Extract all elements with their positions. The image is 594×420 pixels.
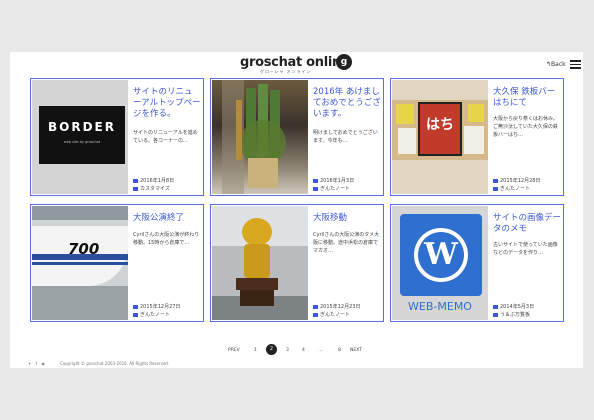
post-date: 2015年12月23日: [313, 303, 360, 311]
post-category[interactable]: ぎんたノート: [313, 311, 350, 319]
post-card[interactable]: 700 大阪公演終了 Cyrilさんの大阪公演が終わり移動。15時から倉庫で… …: [30, 204, 204, 322]
calendar-icon: [133, 178, 138, 183]
twitter-icon[interactable]: ✦: [28, 361, 31, 366]
calendar-icon: [493, 178, 498, 183]
post-excerpt: Cyrilさんの大阪公演が終わり移動。15時から倉庫で…: [133, 232, 200, 246]
thumb-text: 700: [68, 240, 100, 258]
page-link-4[interactable]: 4: [302, 348, 305, 353]
post-card[interactable]: 大阪移動 Cyrilさんの大阪公演のタメ大阪に移動。途中浜松の倉庫でマカオ… 2…: [210, 204, 384, 322]
wordpress-logo-icon: W: [400, 214, 482, 296]
folder-icon: [313, 186, 318, 191]
post-title[interactable]: サイトのリニューアルトップページを作る。: [133, 87, 201, 120]
page-link-8[interactable]: 8: [338, 348, 341, 353]
post-thumbnail[interactable]: はち: [392, 80, 488, 194]
post-date: 2015年12月27日: [133, 303, 180, 311]
copyright-text: Copyright © groschat 2003-2016. All Righ…: [60, 361, 170, 366]
post-thumbnail[interactable]: BORDER web site by groschat: [32, 80, 128, 194]
folder-icon: [493, 186, 498, 191]
post-date: 2015年12月28日: [493, 177, 540, 185]
post-title[interactable]: 大阪移動: [313, 213, 381, 224]
calendar-icon: [313, 304, 318, 309]
post-category[interactable]: ぎんたノート: [493, 185, 530, 193]
post-thumbnail[interactable]: [212, 206, 308, 320]
post-thumbnail[interactable]: [212, 80, 308, 194]
post-excerpt: 古いサイトで使っていた画像などのデータを作り…: [493, 242, 558, 256]
calendar-icon: [313, 178, 318, 183]
facebook-icon[interactable]: f: [36, 361, 37, 366]
pager-ellipsis: …: [318, 348, 323, 353]
post-thumbnail[interactable]: 700: [32, 206, 128, 320]
folder-icon: [493, 312, 498, 317]
post-title[interactable]: 2016年 あけましておめでとうございます。: [313, 87, 381, 120]
post-excerpt: Cyrilさんの大阪公演のタメ大阪に移動。途中浜松の倉庫でマカオ…: [313, 232, 380, 254]
calendar-icon: [493, 304, 498, 309]
post-category[interactable]: ぎんたノート: [313, 185, 350, 193]
post-date: 2014年5月3日: [493, 303, 534, 311]
site-header: groschat online グロ−シャ オンライン g ↰Back: [10, 52, 583, 76]
folder-icon: [133, 312, 138, 317]
post-excerpt: 明けましておめでとうございます。今年も…: [313, 130, 378, 144]
border-logo-image: BORDER web site by groschat: [39, 106, 125, 164]
post-date: 2016年1月3日: [313, 177, 354, 185]
back-label: Back: [551, 61, 566, 68]
post-excerpt: 大阪から戻り祭くはお休み。ご無沙汰していた大久保の鉄板バーはち…: [493, 116, 559, 138]
site-footer: ✦ f ◉ Copyright © groschat 2003-2016. Al…: [28, 361, 169, 366]
thumb-sub: web site by groschat: [63, 140, 101, 144]
page-link-1[interactable]: 1: [254, 348, 257, 353]
calendar-icon: [133, 304, 138, 309]
site-logo-sub: グロ−シャ オンライン: [260, 69, 312, 74]
prev-link[interactable]: PREV: [228, 348, 240, 353]
post-excerpt: サイトのリニューアルを進めている。各コーナーの…: [133, 130, 198, 144]
site-logo[interactable]: groschat online: [240, 55, 350, 70]
page-link-3[interactable]: 3: [286, 348, 289, 353]
post-category[interactable]: ぎんたノート: [133, 311, 170, 319]
post-title[interactable]: 大阪公演終了: [133, 213, 201, 224]
post-date: 2016年1月8日: [133, 177, 174, 185]
post-thumbnail[interactable]: W WEB-MEMO: [392, 206, 488, 320]
hamburger-menu-icon[interactable]: [570, 60, 581, 69]
thumb-text: WEB-MEMO: [408, 300, 472, 313]
post-title[interactable]: サイトの画像データのメモ: [493, 213, 561, 235]
post-card[interactable]: BORDER web site by groschat サイトのリニューアルトッ…: [30, 78, 204, 196]
post-category[interactable]: う＆ぶ万覧板: [493, 311, 530, 319]
back-link[interactable]: ↰Back: [546, 61, 566, 68]
folder-icon: [313, 312, 318, 317]
post-card[interactable]: W WEB-MEMO サイトの画像データのメモ 古いサイトで使っていた画像などの…: [390, 204, 564, 322]
post-card[interactable]: 2016年 あけましておめでとうございます。 明けましておめでとうございます。今…: [210, 78, 384, 196]
logo-mark-icon: g: [336, 54, 352, 70]
page-container: groschat online グロ−シャ オンライン g ↰Back BORD…: [10, 52, 583, 368]
post-title[interactable]: 大久保 鉄板バー はちにて: [493, 87, 561, 109]
next-link[interactable]: NEXT: [350, 348, 362, 353]
post-card[interactable]: はち 大久保 鉄板バー はちにて 大阪から戻り祭くはお休み。ご無沙汰していた大久…: [390, 78, 564, 196]
post-category[interactable]: カスタマイズ: [133, 185, 170, 193]
rss-icon[interactable]: ◉: [41, 361, 45, 366]
page-link-current[interactable]: 2: [266, 344, 277, 355]
thumb-text: BORDER: [48, 120, 116, 134]
folder-icon: [133, 186, 138, 191]
thumb-text: はち: [426, 117, 454, 133]
